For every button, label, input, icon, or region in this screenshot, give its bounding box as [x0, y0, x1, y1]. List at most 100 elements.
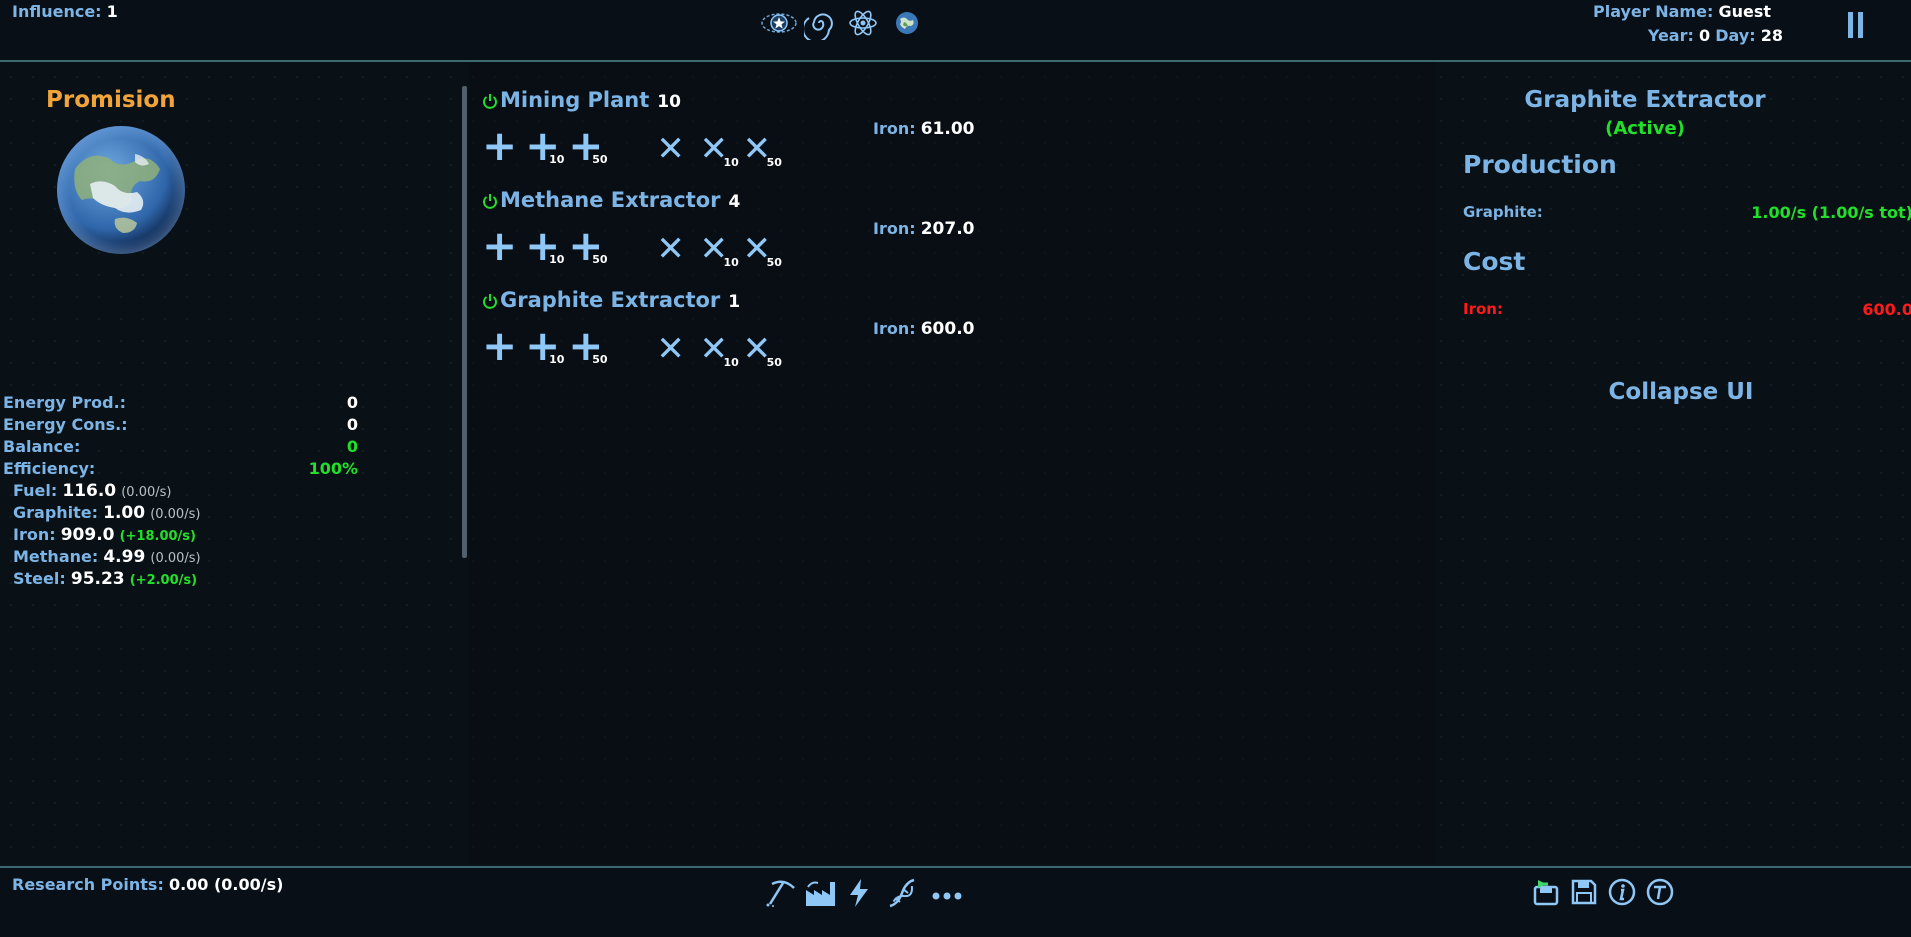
building-name[interactable]: Mining Plant [500, 88, 649, 112]
top-bar: Influence: 1 Player Name: Guest Year: 0 … [0, 0, 1911, 62]
planet-image[interactable] [55, 124, 187, 260]
bottom-nav [764, 876, 974, 910]
energy-cons-value: 0 [346, 415, 358, 434]
buildings-panel: Mining Plant 10 + +10 +50 ✕ ✕ 10 ✕ 50 Iron:… [470, 62, 1435, 864]
system-controls [1532, 878, 1682, 908]
energy-cons-label: Energy Cons.: [3, 415, 128, 434]
bottom-bar: Research Points: 0.00 (0.00/s) [0, 866, 1911, 937]
lightning-icon[interactable] [848, 878, 870, 912]
resource-row: Steel: 95.23 (+2.00/s) [13, 569, 201, 591]
load-icon[interactable] [1532, 878, 1560, 910]
resource-amount: 4.99 [103, 547, 146, 567]
remove-1-button[interactable]: ✕ [656, 231, 694, 267]
building-cost: Iron: 61.00 [873, 119, 975, 139]
building-cost: Iron: 207.0 [873, 219, 975, 239]
remove-10-button[interactable]: ✕ 10 [699, 131, 738, 168]
planet-name: Promision [46, 87, 176, 113]
resource-rate: (0.00/s) [150, 551, 201, 566]
dna-icon[interactable] [886, 878, 918, 912]
remove-10-button[interactable]: ✕ 10 [699, 331, 738, 368]
save-icon[interactable] [1570, 878, 1598, 910]
day-value: 28 [1760, 26, 1783, 45]
atom-icon[interactable] [848, 8, 878, 42]
production-label: Graphite: [1463, 203, 1543, 221]
building-row-mining-plant: Mining Plant 10 [482, 88, 681, 112]
add-50-button[interactable]: +50 [568, 125, 607, 167]
resource-amount: 1.00 [103, 503, 146, 523]
remove-1-button[interactable]: ✕ [656, 131, 694, 167]
galaxy-star-icon[interactable] [760, 9, 798, 41]
building-name[interactable]: Graphite Extractor [500, 288, 720, 312]
details-title: Graphite Extractor [1524, 87, 1766, 113]
production-heading: Production [1463, 150, 1617, 179]
cost-value: 207.0 [920, 219, 975, 239]
resource-amount: 116.0 [62, 481, 117, 501]
resource-rate: (+18.00/s) [119, 529, 196, 544]
spiral-galaxy-icon[interactable] [802, 6, 838, 44]
efficiency-label: Efficiency: [3, 459, 96, 478]
year-label: Year: [1647, 26, 1694, 45]
tutorial-icon[interactable] [1646, 878, 1674, 910]
remove-50-button[interactable]: ✕ 50 [743, 131, 782, 168]
energy-prod-value: 0 [346, 393, 358, 412]
building-count: 4 [728, 192, 741, 212]
resource-name: Steel: [13, 569, 66, 588]
resource-row: Fuel: 116.0 (0.00/s) [13, 481, 201, 503]
remove-50-button[interactable]: ✕ 50 [743, 231, 782, 268]
resource-amount: 909.0 [60, 525, 115, 545]
influence-label: Influence: [12, 2, 102, 21]
add-1-button[interactable]: + [482, 225, 520, 267]
influence-display: Influence: 1 [12, 2, 118, 21]
add-10-button[interactable]: +10 [525, 325, 564, 367]
power-toggle-icon[interactable] [482, 293, 498, 309]
factory-icon[interactable] [804, 878, 838, 912]
resource-name: Methane: [13, 547, 99, 566]
power-toggle-icon[interactable] [482, 193, 498, 209]
add-10-button[interactable]: +10 [525, 225, 564, 267]
energy-stats: Energy Prod.: 0 Energy Cons.: 0 Balance:… [3, 393, 358, 481]
building-name[interactable]: Methane Extractor [500, 188, 721, 212]
building-count: 1 [728, 292, 741, 312]
production-value: 1.00/s (1.00/s tot) [1751, 203, 1911, 222]
power-toggle-icon[interactable] [482, 93, 498, 109]
building-count: 10 [657, 92, 681, 112]
more-icon[interactable] [932, 886, 964, 905]
resource-row: Methane: 4.99 (0.00/s) [13, 547, 201, 569]
resource-rate: (+2.00/s) [129, 573, 198, 588]
cost-heading: Cost [1463, 247, 1526, 276]
building-list-scrollbar[interactable] [462, 86, 467, 558]
resource-amount: 95.23 [70, 569, 125, 589]
add-50-button[interactable]: +50 [568, 325, 607, 367]
resource-name: Graphite: [13, 503, 99, 522]
building-row-graphite-extractor: Graphite Extractor 1 [482, 288, 740, 312]
cost-value: 61.00 [920, 119, 975, 139]
planet-icon[interactable] [895, 11, 919, 39]
add-1-button[interactable]: + [482, 325, 520, 367]
pause-icon[interactable] [1847, 12, 1865, 42]
building-actions: + +10 +50 ✕ ✕ 10 ✕ 50 [482, 225, 782, 269]
remove-10-button[interactable]: ✕ 10 [699, 231, 738, 268]
influence-value: 1 [106, 2, 118, 21]
details-status: (Active) [1605, 118, 1685, 139]
resource-row: Graphite: 1.00 (0.00/s) [13, 503, 201, 525]
collapse-ui-button[interactable]: Collapse UI [1568, 379, 1794, 405]
add-50-button[interactable]: +50 [568, 225, 607, 267]
efficiency-value: 100% [308, 459, 358, 478]
building-row-methane-extractor: Methane Extractor 4 [482, 188, 740, 212]
cost-label: Iron: [873, 119, 916, 138]
resource-name: Fuel: [13, 481, 58, 500]
energy-cons-row: Energy Cons.: 0 [3, 415, 358, 437]
building-actions: + +10 +50 ✕ ✕ 10 ✕ 50 [482, 125, 782, 169]
remove-1-button[interactable]: ✕ [656, 331, 694, 367]
add-1-button[interactable]: + [482, 125, 520, 167]
remove-50-button[interactable]: ✕ 50 [743, 331, 782, 368]
energy-prod-row: Energy Prod.: 0 [3, 393, 358, 415]
year-value: 0 [1698, 26, 1711, 45]
building-actions: + +10 +50 ✕ ✕ 10 ✕ 50 [482, 325, 782, 369]
building-cost: Iron: 600.0 [873, 319, 975, 339]
add-10-button[interactable]: +10 [525, 125, 564, 167]
day-label: Day: [1715, 26, 1756, 45]
resource-rate: (0.00/s) [150, 507, 201, 522]
info-icon[interactable] [1608, 878, 1636, 910]
pickaxe-icon[interactable] [764, 878, 796, 912]
